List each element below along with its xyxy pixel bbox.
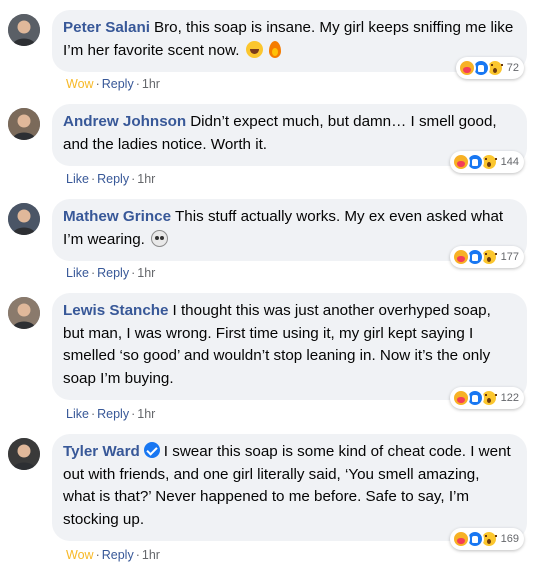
reactions-summary[interactable]: 169 xyxy=(449,528,524,550)
separator-dot: · xyxy=(90,266,96,280)
reply-button[interactable]: Reply xyxy=(102,77,134,91)
avatar[interactable] xyxy=(8,14,40,46)
separator-dot: · xyxy=(131,407,136,421)
comment-actions: Like · Reply · 1hr xyxy=(66,407,155,421)
separator-dot: · xyxy=(135,548,140,562)
like-button[interactable]: Wow xyxy=(66,548,94,562)
avatar[interactable] xyxy=(8,203,40,235)
comment-timestamp[interactable]: 1hr xyxy=(137,172,155,186)
separator-dot: · xyxy=(131,172,136,186)
avatar[interactable] xyxy=(8,438,40,470)
comment-actions: Like · Reply · 1hr xyxy=(66,266,155,280)
avatar-image xyxy=(8,14,40,46)
reaction-count: 144 xyxy=(500,156,519,168)
reaction-count: 177 xyxy=(500,251,519,263)
reactions-summary[interactable]: 72 xyxy=(455,57,524,79)
comment-author[interactable]: Peter Salani xyxy=(63,19,150,36)
reply-button[interactable]: Reply xyxy=(97,407,129,421)
comment-author[interactable]: Tyler Ward xyxy=(63,443,140,460)
reaction-count: 169 xyxy=(500,533,519,545)
separator-dot: · xyxy=(95,548,100,562)
avatar-image xyxy=(8,108,40,140)
avatar-image xyxy=(8,297,40,329)
grinning-squinting-emoji xyxy=(245,40,263,58)
reply-button[interactable]: Reply xyxy=(102,548,134,562)
comment-author[interactable]: Mathew Grince xyxy=(63,208,171,225)
comment-actions: Like · Reply · 1hr xyxy=(66,172,155,186)
separator-dot: · xyxy=(90,172,96,186)
separator-dot: · xyxy=(90,407,96,421)
skull-emoji xyxy=(151,229,169,247)
separator-dot: · xyxy=(131,266,136,280)
like-button[interactable]: Like xyxy=(66,407,89,421)
comment-actions: Wow · Reply · 1hr xyxy=(66,77,160,91)
avatar-image xyxy=(8,203,40,235)
reply-button[interactable]: Reply xyxy=(97,172,129,186)
care-reaction-icon xyxy=(451,153,470,171)
separator-dot: · xyxy=(95,77,100,91)
reactions-summary[interactable]: 122 xyxy=(449,387,524,409)
avatar-image xyxy=(8,438,40,470)
comment-bubble: Tyler Ward I swear this soap is some kind… xyxy=(52,434,527,541)
separator-dot: · xyxy=(135,77,140,91)
fire-emoji xyxy=(268,40,281,58)
comment-bubble: Peter Salani Bro, this soap is insane. My… xyxy=(52,10,527,72)
reaction-count: 122 xyxy=(500,392,519,404)
reply-button[interactable]: Reply xyxy=(97,266,129,280)
comment-actions: Wow · Reply · 1hr xyxy=(66,548,160,562)
comment-timestamp[interactable]: 1hr xyxy=(142,77,160,91)
like-button[interactable]: Wow xyxy=(66,77,94,91)
like-button[interactable]: Like xyxy=(66,172,89,186)
avatar[interactable] xyxy=(8,297,40,329)
comment-bubble: Lewis Stanche I thought this was just ano… xyxy=(52,293,527,400)
care-reaction-icon xyxy=(457,59,476,77)
comment-author[interactable]: Lewis Stanche xyxy=(63,302,169,319)
care-reaction-icon xyxy=(451,530,470,548)
avatar[interactable] xyxy=(8,108,40,140)
care-reaction-icon xyxy=(451,248,470,266)
comment-timestamp[interactable]: 1hr xyxy=(142,548,160,562)
reaction-count: 72 xyxy=(506,62,519,74)
reactions-summary[interactable]: 144 xyxy=(449,151,524,173)
comment-timestamp[interactable]: 1hr xyxy=(137,407,155,421)
care-reaction-icon xyxy=(451,389,470,407)
comment-author[interactable]: Andrew Johnson xyxy=(63,113,186,130)
like-button[interactable]: Like xyxy=(66,266,89,280)
reactions-summary[interactable]: 177 xyxy=(449,246,524,268)
verified-badge-icon xyxy=(143,442,160,458)
comment-timestamp[interactable]: 1hr xyxy=(137,266,155,280)
